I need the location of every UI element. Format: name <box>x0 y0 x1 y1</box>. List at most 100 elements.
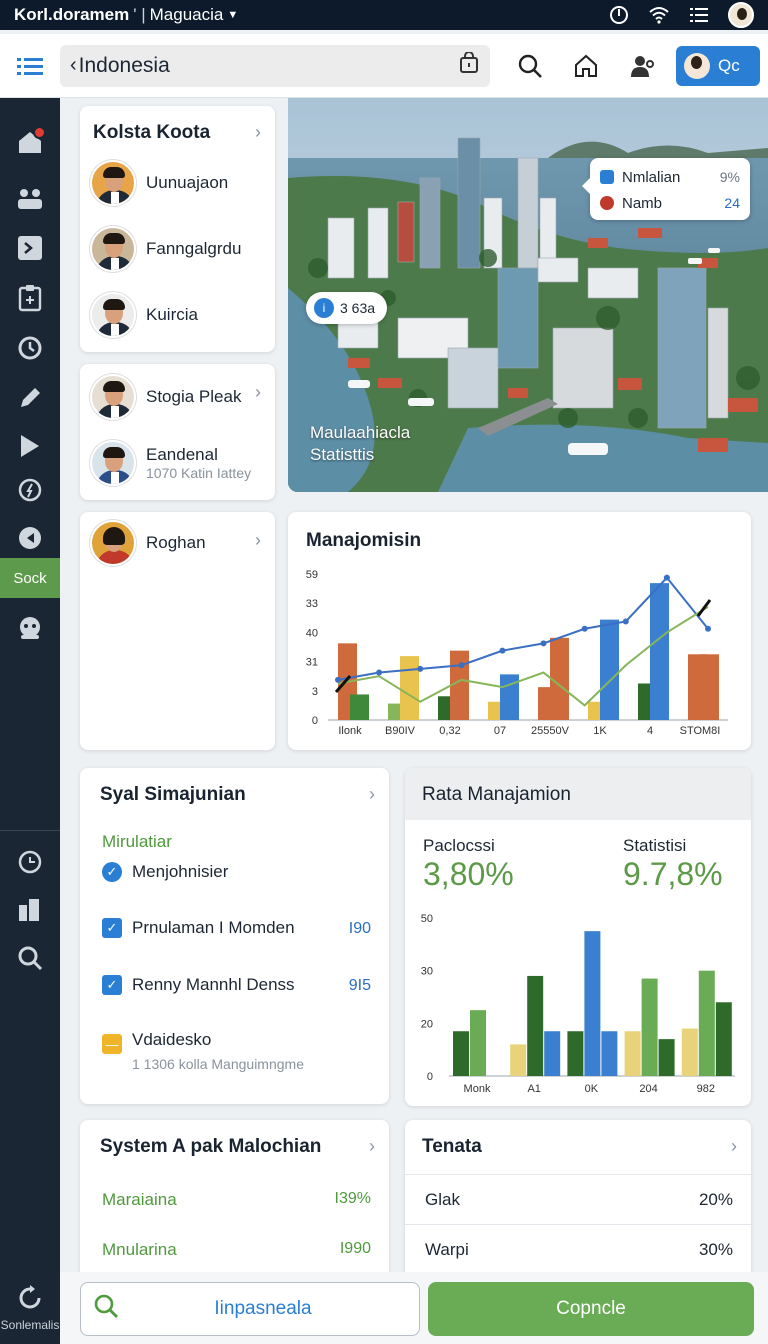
info-icon: i <box>314 298 334 318</box>
sidebar-item-search[interactable] <box>0 938 60 978</box>
legend-value: 24 <box>724 195 740 211</box>
list-item[interactable]: Stogia Pleak <box>90 374 241 420</box>
chevron-right-icon[interactable]: › <box>255 382 261 403</box>
wifi-icon[interactable] <box>648 4 670 26</box>
chevron-right-icon[interactable]: › <box>369 784 375 805</box>
home-icon[interactable] <box>558 53 614 79</box>
search-icon[interactable] <box>502 53 558 79</box>
search-input[interactable]: ‹ Indonesia <box>60 44 490 87</box>
list-icon[interactable] <box>688 4 710 26</box>
sidebar-item-compass[interactable] <box>0 470 60 510</box>
avatar <box>90 374 136 420</box>
sidebar-item-reports[interactable] <box>0 890 60 930</box>
sidebar-item-sync[interactable] <box>0 1278 60 1318</box>
bar <box>650 583 669 720</box>
system-row-value: I39% <box>334 1190 371 1207</box>
y-tick-label: 3 <box>312 686 318 698</box>
bottom-search-input[interactable]: Iinpasneala <box>80 1282 420 1336</box>
flag-icon <box>600 170 614 184</box>
city-photo: i 3 63a Nmlalian 9% Namb 24 Maulaahiacla… <box>288 98 768 492</box>
sidebar-item-play[interactable] <box>0 426 60 466</box>
bar <box>681 1028 698 1076</box>
section-label: Mirulatiar <box>102 832 172 851</box>
y-tick-label: 30 <box>421 966 433 978</box>
sidebar-item-support[interactable] <box>0 608 60 648</box>
pin-icon <box>600 196 614 210</box>
system-title: System A pak Malochian <box>100 1136 322 1157</box>
chevron-down-icon[interactable]: ▼ <box>227 9 238 21</box>
table-row[interactable]: Warpi 30% <box>405 1224 751 1274</box>
sidebar-item-terminal[interactable] <box>0 228 60 268</box>
list-item[interactable]: Fanngalgrdu <box>90 226 241 272</box>
bar-line-chart: 0 3 31 40 33 59 Ilonk B90IV 0,32 07 25550V 1K 4 STOM8… <box>306 569 728 737</box>
sidebar: Sock Sonlemalis <box>0 98 60 1344</box>
bar <box>658 1039 675 1076</box>
menu-icon[interactable] <box>0 56 60 76</box>
sidebar-item-navigate[interactable] <box>0 518 60 558</box>
list-item[interactable]: Roghan <box>90 520 206 566</box>
back-icon[interactable]: ‹ <box>70 54 77 77</box>
sidebar-item-team[interactable] <box>0 178 60 218</box>
photo-stat-pill[interactable]: i 3 63a <box>306 292 388 324</box>
checklist-item[interactable]: — Vdaidesko 1 1306 kolla Manguimngme <box>102 1030 304 1072</box>
photo-stat-value: 3 63a <box>340 300 376 316</box>
checklist-item[interactable]: ✓ Menjohnisier <box>102 862 228 882</box>
people-card-tertiary: › Roghan <box>80 512 275 750</box>
x-tick-label: 204 <box>639 1083 657 1095</box>
app-name: Korl.doramem <box>14 5 130 24</box>
legend-value: 9% <box>719 169 740 185</box>
line-point <box>458 662 465 669</box>
checklist-subtitle: 1 1306 kolla Manguimngme <box>132 1056 304 1072</box>
search-icon[interactable] <box>93 1293 119 1325</box>
bar <box>510 1044 527 1076</box>
check-icon[interactable]: ✓ <box>102 862 122 882</box>
bar <box>600 619 619 720</box>
person-name: Roghan <box>146 533 206 552</box>
bar <box>584 931 601 1076</box>
row-label: Glak <box>425 1189 460 1209</box>
sidebar-item-history[interactable] <box>0 328 60 368</box>
checklist-card: Syal Simajunian › Mirulatiar ✓ Menjohnis… <box>80 768 389 1104</box>
user-settings-icon[interactable] <box>614 52 670 80</box>
checklist-label: Prnulaman I Momden <box>132 918 295 937</box>
sidebar-item-edit[interactable] <box>0 378 60 418</box>
power-icon[interactable] <box>608 4 630 26</box>
sidebar-item-home[interactable] <box>0 122 60 162</box>
x-tick-label: 1K <box>593 725 607 737</box>
checkbox[interactable]: ✓ <box>102 975 122 995</box>
profile-button[interactable]: Qc <box>676 46 760 86</box>
legend-label: Namb <box>622 194 663 212</box>
system-row-label: Maraiaina <box>102 1190 177 1209</box>
sidebar-item-refresh[interactable] <box>0 842 60 882</box>
checklist-label: Menjohnisier <box>132 862 229 881</box>
chevron-right-icon[interactable]: › <box>255 530 261 551</box>
list-item[interactable]: Eandenal 1070 Katin Iattey <box>90 440 251 486</box>
line-point <box>499 647 506 654</box>
user-avatar[interactable] <box>728 2 754 28</box>
table-row[interactable]: Glak 20% <box>405 1174 751 1224</box>
caption-line: Maulaahiacla <box>310 423 411 442</box>
checklist-item[interactable]: ✓ Prnulaman I Momden <box>102 918 295 938</box>
y-tick-label: 0 <box>312 715 318 727</box>
line-point <box>335 676 341 683</box>
sidebar-item-sock[interactable]: Sock <box>0 558 60 598</box>
chevron-right-icon[interactable]: › <box>255 122 261 143</box>
chevron-right-icon[interactable]: › <box>369 1136 375 1157</box>
checkbox[interactable]: — <box>102 1034 122 1054</box>
top-toolbar: ‹ Indonesia Qc <box>0 34 768 98</box>
tenata-title: Tenata <box>422 1136 482 1157</box>
people-card-title: Kolsta Koota <box>93 122 211 143</box>
location-selector[interactable]: Maguacia <box>150 5 224 25</box>
checklist-item[interactable]: ✓ Renny Mannhl Denss <box>102 975 295 995</box>
chevron-right-icon[interactable]: › <box>731 1136 737 1157</box>
list-item[interactable]: Kuircia <box>90 292 198 338</box>
list-item[interactable]: Uunuajaon <box>90 160 228 206</box>
line-point <box>581 625 588 632</box>
x-tick-label: 07 <box>494 725 506 737</box>
sidebar-item-clipboard[interactable] <box>0 278 60 318</box>
complete-button[interactable]: Copncle <box>428 1282 754 1336</box>
bag-icon[interactable] <box>458 50 480 80</box>
people-card: Kolsta Koota › Uunuajaon Fanngalgrdu Kui… <box>80 106 275 352</box>
checkbox[interactable]: ✓ <box>102 918 122 938</box>
checklist-value: I90 <box>348 920 371 937</box>
